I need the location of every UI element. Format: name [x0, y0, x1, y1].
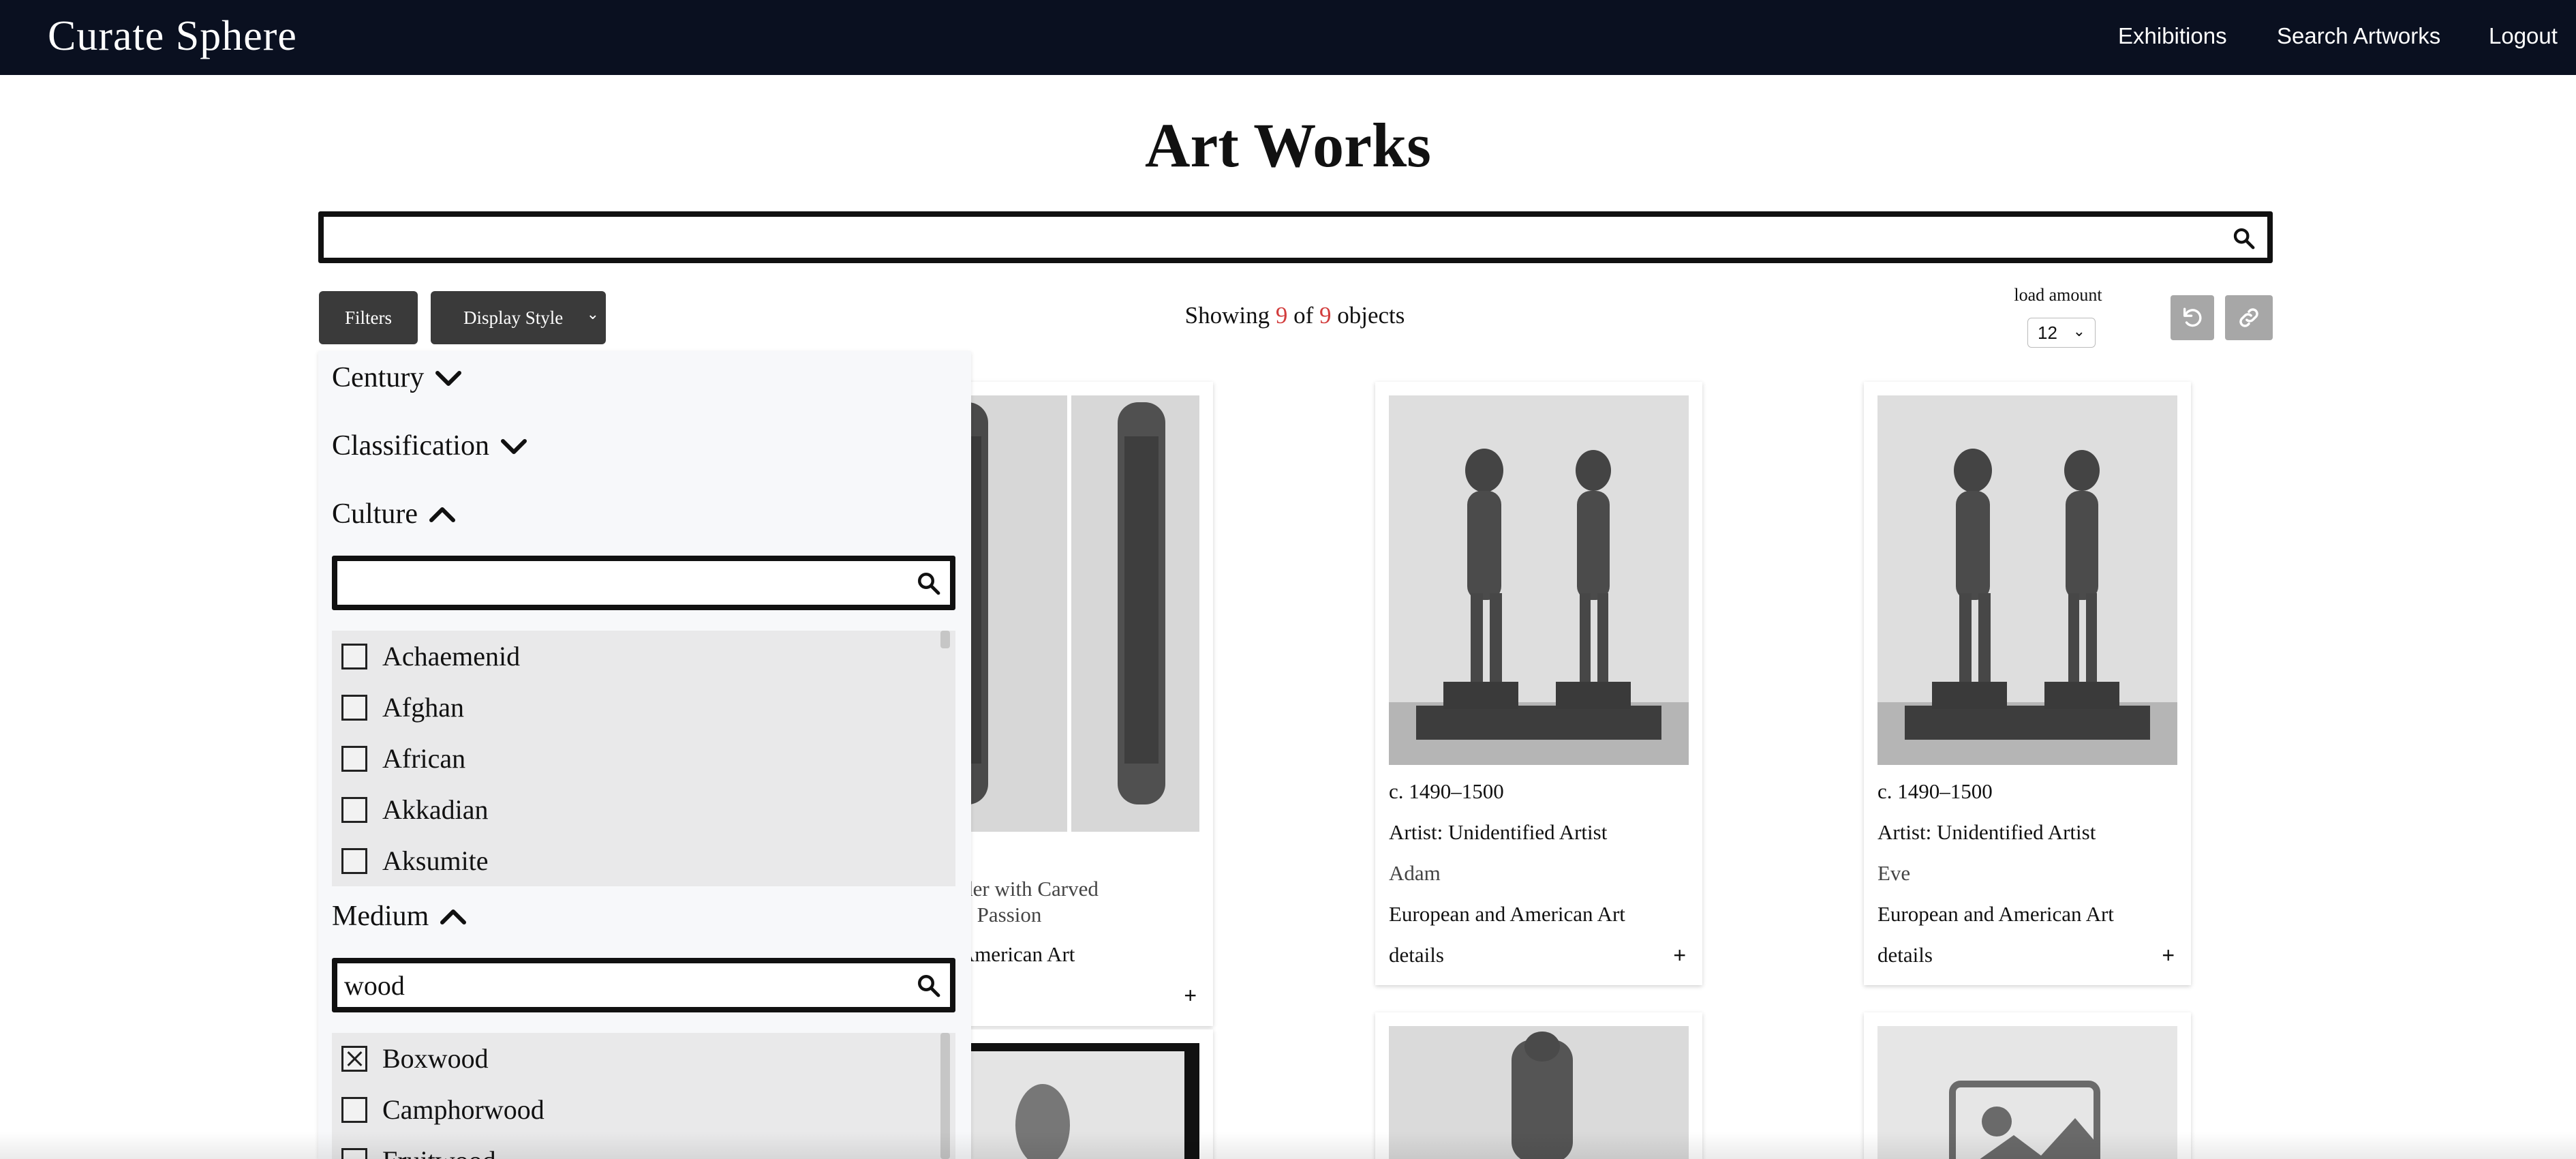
medium-search-input[interactable]	[337, 963, 950, 1007]
option-label: Akkadian	[382, 794, 489, 825]
artwork-artist: Artist: Unidentified Artist	[1389, 820, 1608, 844]
page-title: Art Works	[1145, 110, 1431, 180]
chevron-down-icon: ⌄	[2072, 322, 2085, 340]
checkbox[interactable]	[341, 745, 367, 772]
expand-button[interactable]: +	[1184, 983, 1197, 1008]
image-placeholder-icon	[1949, 1081, 2100, 1159]
facet-culture-toggle[interactable]: Culture	[332, 498, 457, 530]
link-icon	[2239, 308, 2258, 327]
chevron-down-icon	[500, 439, 527, 454]
display-style-label: Display Style	[463, 307, 564, 328]
filters-button[interactable]: Filters	[319, 291, 418, 344]
nav-search-artworks-link[interactable]: Search Artworks	[2277, 23, 2440, 49]
option-label: Camphorwood	[382, 1094, 545, 1125]
artwork-card[interactable]	[1864, 1012, 2191, 1159]
checkbox[interactable]	[341, 643, 367, 669]
nav-exhibitions-link[interactable]: Exhibitions	[2118, 23, 2227, 49]
culture-option[interactable]: Akkadian	[332, 784, 955, 835]
artwork-photo	[1389, 1026, 1689, 1159]
showing-prefix: Showing	[1184, 302, 1270, 329]
reset-button[interactable]	[2171, 295, 2214, 340]
option-label: Fruitwood	[382, 1145, 496, 1159]
facet-medium-label: Medium	[332, 901, 429, 932]
expand-button[interactable]: +	[1673, 943, 1686, 968]
details-label[interactable]: details	[1877, 943, 1933, 967]
details-label[interactable]: details	[1389, 943, 1444, 967]
results-count: Showing 9 of 9 objects	[954, 302, 1636, 329]
facet-century-label: Century	[332, 362, 425, 393]
culture-option[interactable]: Achaemenid	[332, 631, 955, 682]
artwork-department: European and American Art	[1877, 902, 2114, 926]
brand-logo[interactable]: Curate Sphere	[48, 12, 297, 61]
checkbox[interactable]	[341, 1147, 367, 1159]
option-label: Afghan	[382, 692, 464, 723]
load-amount-value: 12	[2038, 322, 2057, 343]
chevron-down-icon: ⌄	[586, 306, 599, 323]
top-navbar: Curate Sphere Exhibitions Search Artwork…	[0, 0, 2576, 75]
artwork-photo	[1877, 395, 2177, 765]
culture-search-box	[332, 556, 955, 610]
checkbox-checked[interactable]	[341, 1045, 367, 1072]
checkbox[interactable]	[341, 1096, 367, 1123]
culture-list-scrollbar[interactable]	[940, 631, 950, 648]
artwork-date: c. 1490–1500	[1389, 779, 1504, 803]
option-label: African	[382, 743, 466, 774]
showing-count: 9	[1275, 302, 1288, 329]
medium-search-box	[332, 958, 955, 1012]
option-label: Boxwood	[382, 1043, 489, 1074]
artwork-department: European and American Art	[1389, 902, 1625, 926]
showing-of: of	[1293, 302, 1314, 329]
nav-logout-link[interactable]: Logout	[2489, 23, 2558, 49]
option-label: Achaemenid	[382, 641, 521, 672]
medium-option[interactable]: Camphorwood	[332, 1084, 955, 1135]
artwork-title[interactable]: Adam	[1389, 861, 1441, 886]
facet-medium-toggle[interactable]: Medium	[332, 900, 468, 933]
expand-button[interactable]: +	[2162, 943, 2175, 968]
artwork-search-bar	[318, 211, 2273, 263]
checkbox[interactable]	[341, 796, 367, 823]
load-amount-select[interactable]: 12 ⌄	[2027, 318, 2096, 348]
search-icon[interactable]	[2232, 226, 2255, 250]
search-icon[interactable]	[916, 973, 940, 997]
facet-classification-label: Classification	[332, 430, 489, 462]
artwork-image-placeholder[interactable]	[1877, 1026, 2177, 1159]
artwork-search-input[interactable]	[324, 217, 2267, 258]
artwork-card[interactable]: c. 1490–1500 Artist: Unidentified Artist…	[1864, 382, 2191, 985]
chevron-down-icon	[435, 371, 462, 386]
search-icon[interactable]	[916, 571, 940, 595]
artwork-image[interactable]	[1389, 1026, 1689, 1159]
culture-option[interactable]: African	[332, 733, 955, 784]
chevron-up-icon	[429, 507, 455, 522]
facet-culture-label: Culture	[332, 498, 418, 530]
medium-options-list[interactable]: Boxwood Camphorwood Fruitwood	[332, 1033, 955, 1159]
facet-century-toggle[interactable]: Century	[332, 361, 463, 394]
artwork-title[interactable]: Eve	[1877, 861, 1910, 886]
display-style-dropdown[interactable]: Display Style ⌄	[431, 291, 606, 344]
culture-search-input[interactable]	[337, 561, 950, 605]
artwork-artist: Artist: Unidentified Artist	[1877, 820, 2096, 844]
filter-panel: Century Classification Culture Achaemeni…	[318, 351, 971, 1159]
artwork-date: c. 1490–1500	[1877, 779, 1993, 803]
checkbox[interactable]	[341, 847, 367, 874]
chevron-up-icon	[440, 909, 467, 924]
artwork-image[interactable]	[1877, 395, 2177, 765]
showing-total: 9	[1319, 302, 1332, 329]
culture-option[interactable]: Afghan	[332, 682, 955, 733]
load-amount-label: load amount	[2014, 285, 2102, 305]
showing-suffix: objects	[1337, 302, 1405, 329]
reset-icon	[2183, 307, 2202, 327]
artwork-image[interactable]	[1389, 395, 1689, 765]
artwork-photo	[1389, 395, 1689, 765]
medium-list-scrollbar[interactable]	[940, 1033, 950, 1159]
copy-link-button[interactable]	[2225, 295, 2273, 340]
checkbox[interactable]	[341, 694, 367, 721]
facet-classification-toggle[interactable]: Classification	[332, 430, 529, 462]
option-label: Aksumite	[382, 845, 489, 876]
artwork-card[interactable]: c. 1490–1500 Artist: Unidentified Artist…	[1375, 382, 1702, 985]
culture-option[interactable]: Aksumite	[332, 835, 955, 886]
culture-options-list[interactable]: Achaemenid Afghan African Akkadian Aksum…	[332, 631, 955, 886]
medium-option[interactable]: Fruitwood	[332, 1135, 955, 1159]
artwork-card[interactable]	[1375, 1012, 1702, 1159]
medium-option[interactable]: Boxwood	[332, 1033, 955, 1084]
